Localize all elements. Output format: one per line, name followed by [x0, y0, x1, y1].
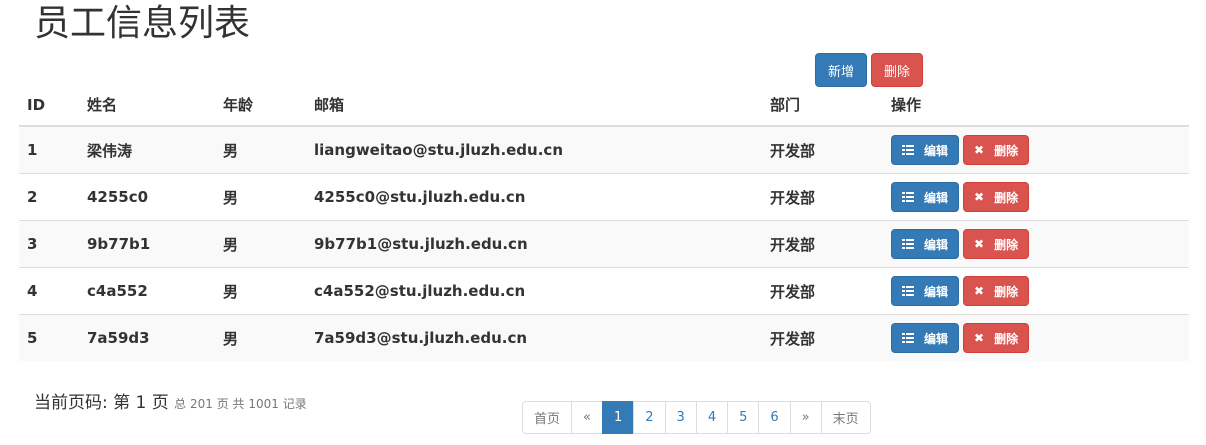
table-row: 4 c4a552 男 c4a552@stu.jluzh.edu.cn 开发部 编辑 ✖ 删除: [19, 267, 1189, 315]
cell-gender: 男: [215, 125, 306, 174]
list-icon: [902, 192, 914, 202]
page-link[interactable]: 3: [664, 401, 697, 434]
table-row: 1 梁伟涛男 liangweitao@stu.jluzh.edu.cn 开发部 编辑 ✖ 删…: [19, 125, 1189, 174]
page-link[interactable]: 1: [601, 401, 635, 434]
close-icon: ✖: [974, 237, 985, 251]
cell-actions: 编辑 ✖ 删除: [883, 267, 1189, 315]
cell-dept: 开发部: [762, 314, 883, 361]
delete-button[interactable]: ✖ 删除: [963, 276, 1030, 306]
delete-label: 删除: [994, 331, 1019, 346]
page-link[interactable]: 4: [695, 401, 729, 434]
list-icon: [902, 333, 914, 343]
cell-dept: 开发部: [762, 267, 883, 315]
header-actions: 操作: [883, 84, 1189, 127]
cell-email: 7a59d3@stu.jluzh.edu.cn: [306, 314, 762, 361]
page-summary-text: 总 201 页 共 1001 记录: [174, 397, 307, 411]
delete-button[interactable]: ✖ 删除: [963, 182, 1030, 212]
delete-label: 删除: [994, 190, 1019, 205]
close-icon: ✖: [974, 331, 985, 345]
table-row: 3 9b77b1 男 9b77b1@stu.jluzh.edu.cn 开发部 编辑 ✖ 删除: [19, 220, 1189, 268]
cell-gender: 男: [215, 267, 306, 315]
list-icon: [902, 286, 914, 296]
edit-label: 编辑: [924, 190, 949, 205]
list-icon: [902, 239, 914, 249]
add-employee-button[interactable]: 新增: [815, 53, 868, 87]
pagination: 首页 «1 2 3 4 5 6» 末页: [522, 401, 871, 434]
delete-button[interactable]: ✖ 删除: [963, 323, 1030, 353]
last-page-link[interactable]: 末页: [820, 401, 871, 434]
cell-actions: 编辑 ✖ 删除: [883, 125, 1189, 174]
delete-button[interactable]: ✖ 删除: [963, 229, 1030, 259]
edit-label: 编辑: [924, 331, 949, 346]
cell-name: 9b77b1: [79, 220, 215, 268]
edit-button[interactable]: 编辑: [891, 229, 960, 259]
first-page-link[interactable]: 首页: [522, 401, 573, 434]
page-info: 当前页码: 第 1 页 总 201 页 共 1001 记录: [34, 388, 307, 413]
cell-email: liangweitao@stu.jluzh.edu.cn: [306, 125, 762, 174]
header-dept: 部门: [762, 84, 883, 127]
header-name: 姓名: [79, 84, 215, 127]
employee-table: ID 姓名 年龄 邮箱 部门 操作 1 梁伟涛男 liangweitao@stu.j…: [19, 84, 1189, 361]
delete-label: 删除: [994, 284, 1019, 299]
page-link[interactable]: 2: [633, 401, 666, 434]
delete-selected-button[interactable]: 删除: [871, 53, 924, 87]
next-page-link[interactable]: »: [789, 401, 822, 434]
header-id: ID: [19, 84, 79, 127]
edit-button[interactable]: 编辑: [891, 135, 960, 165]
cell-actions: 编辑 ✖ 删除: [883, 173, 1189, 221]
table-row: 2 4255c0 男 4255c0@stu.jluzh.edu.cn 开发部 编辑 ✖ 删除: [19, 173, 1189, 221]
delete-label: 删除: [994, 237, 1019, 252]
cell-actions: 编辑 ✖ 删除: [883, 314, 1189, 361]
edit-button[interactable]: 编辑: [891, 276, 960, 306]
cell-dept: 开发部: [762, 220, 883, 268]
close-icon: ✖: [974, 284, 985, 298]
cell-email: 9b77b1@stu.jluzh.edu.cn: [306, 220, 762, 268]
cell-name: 7a59d3: [79, 314, 215, 361]
cell-name: c4a552: [79, 267, 215, 315]
prev-page-link[interactable]: «: [571, 401, 603, 434]
close-icon: ✖: [974, 190, 985, 204]
cell-gender: 男: [215, 220, 306, 268]
edit-label: 编辑: [924, 237, 949, 252]
edit-label: 编辑: [924, 284, 949, 299]
cell-email: 4255c0@stu.jluzh.edu.cn: [306, 173, 762, 221]
cell-gender: 男: [215, 314, 306, 361]
cell-id: 4: [19, 267, 79, 315]
header-email: 邮箱: [306, 84, 762, 127]
toolbar: 新增 删除: [815, 53, 924, 87]
delete-label: 删除: [994, 143, 1019, 158]
cell-actions: 编辑 ✖ 删除: [883, 220, 1189, 268]
cell-name: 梁伟涛: [79, 125, 215, 174]
page-link[interactable]: 6: [758, 401, 791, 434]
cell-id: 3: [19, 220, 79, 268]
header-age: 年龄: [215, 84, 306, 127]
table-row: 5 7a59d3 男 7a59d3@stu.jluzh.edu.cn 开发部 编辑 ✖ 删除: [19, 314, 1189, 361]
edit-button[interactable]: 编辑: [891, 182, 960, 212]
cell-name: 4255c0: [79, 173, 215, 221]
cell-id: 1: [19, 125, 79, 174]
table-header-row: ID 姓名 年龄 邮箱 部门 操作: [19, 84, 1189, 127]
cell-id: 5: [19, 314, 79, 361]
cell-id: 2: [19, 173, 79, 221]
edit-label: 编辑: [924, 143, 949, 158]
page-title: 员工信息列表: [34, 3, 251, 44]
page-link[interactable]: 5: [727, 401, 760, 434]
cell-dept: 开发部: [762, 173, 883, 221]
cell-dept: 开发部: [762, 125, 883, 174]
edit-button[interactable]: 编辑: [891, 323, 960, 353]
list-icon: [902, 145, 914, 155]
close-icon: ✖: [974, 143, 985, 157]
delete-button[interactable]: ✖ 删除: [963, 135, 1030, 165]
cell-email: c4a552@stu.jluzh.edu.cn: [306, 267, 762, 315]
cell-gender: 男: [215, 173, 306, 221]
current-page-text: 当前页码: 第 1 页: [34, 393, 169, 413]
